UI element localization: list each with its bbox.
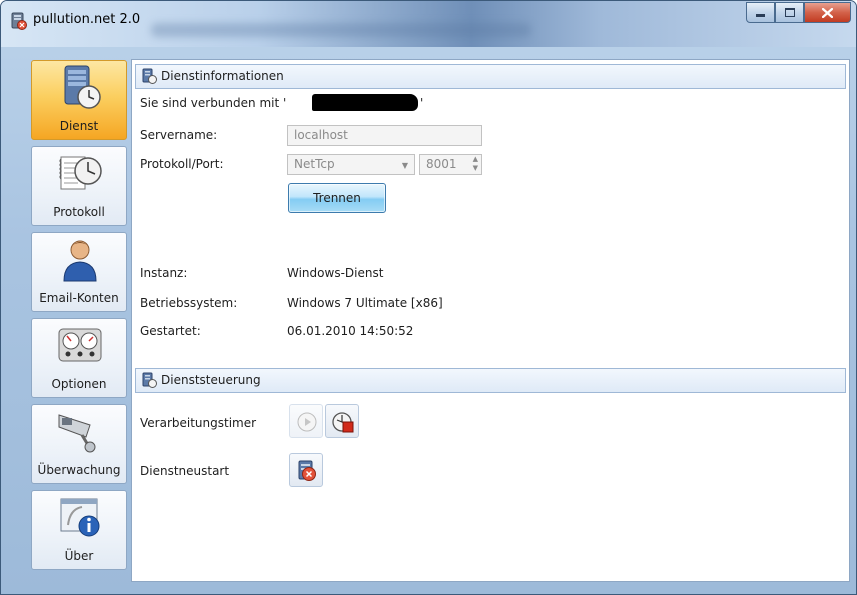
close-button[interactable] — [804, 2, 851, 23]
minimize-icon — [756, 14, 765, 17]
nav-item-optionen[interactable]: Optionen — [31, 318, 127, 398]
server-clock-icon — [64, 65, 101, 109]
os-label: Betriebssystem: — [140, 296, 238, 310]
nav-item-ueberwachung[interactable]: Überwachung — [31, 404, 127, 484]
service-icon — [142, 68, 157, 84]
maximize-icon — [784, 8, 795, 17]
gauges-icon — [58, 328, 102, 362]
connection-prefix-text: Sie sind verbunden mit ' — [140, 96, 287, 110]
section-title: Dienststeuerung — [161, 373, 261, 387]
protocol-select[interactable]: NetTcp ▼ — [287, 154, 415, 175]
nav-item-dienst[interactable]: Dienst — [31, 60, 127, 140]
log-clock-icon — [59, 156, 102, 190]
timer-start-button[interactable] — [289, 404, 323, 438]
nav-item-email-konten[interactable]: Email-Konten — [31, 232, 127, 312]
processing-timer-label: Verarbeitungstimer — [140, 416, 257, 430]
spin-arrows-icon: ▲ ▼ — [472, 155, 478, 172]
nav-item-protokoll[interactable]: Protokoll — [31, 146, 127, 226]
camera-icon — [58, 414, 96, 453]
service-restart-label: Dienstneustart — [140, 464, 230, 478]
timer-play-icon — [297, 412, 317, 432]
app-window: pullution.net 2.0 Dienst Protokoll Email… — [0, 0, 857, 595]
redacted-server-name — [312, 94, 418, 111]
title-bar[interactable]: pullution.net 2.0 — [1, 1, 856, 47]
nav-item-ueber[interactable]: Über — [31, 490, 127, 570]
window-controls — [746, 2, 851, 23]
started-label: Gestartet: — [140, 324, 201, 338]
app-icon — [11, 12, 27, 30]
close-icon — [822, 7, 833, 18]
timer-stop-button[interactable] — [325, 404, 359, 438]
port-stepper[interactable]: 8001 ▲ ▼ — [419, 154, 482, 175]
main-content: Dienstinformationen Sie sind verbunden m… — [131, 59, 850, 582]
instance-value: Windows-Dienst — [287, 266, 384, 280]
section-header-dienstinformationen: Dienstinformationen — [135, 64, 846, 89]
service-icon — [142, 372, 157, 388]
user-icon — [63, 240, 97, 282]
servername-label: Servername: — [140, 128, 218, 142]
section-header-dienststeuerung: Dienststeuerung — [135, 368, 846, 393]
service-restart-button[interactable] — [289, 453, 323, 487]
window-title: pullution.net 2.0 — [33, 12, 141, 27]
disconnect-button[interactable]: Trennen — [288, 183, 386, 213]
service-restart-icon — [298, 460, 316, 481]
info-window-icon — [60, 498, 100, 537]
chevron-down-icon: ▼ — [401, 161, 408, 170]
maximize-button[interactable] — [775, 2, 804, 23]
started-value: 06.01.2010 14:50:52 — [287, 324, 414, 338]
instance-label: Instanz: — [140, 266, 188, 280]
timer-stop-icon — [332, 412, 354, 433]
section-title: Dienstinformationen — [161, 69, 284, 83]
protocol-port-label: Protokoll/Port: — [140, 157, 224, 171]
servername-input[interactable]: localhost — [287, 125, 482, 146]
os-value: Windows 7 Ultimate [x86] — [287, 296, 443, 310]
minimize-button[interactable] — [746, 2, 775, 23]
connection-suffix-text: ' — [420, 96, 424, 110]
